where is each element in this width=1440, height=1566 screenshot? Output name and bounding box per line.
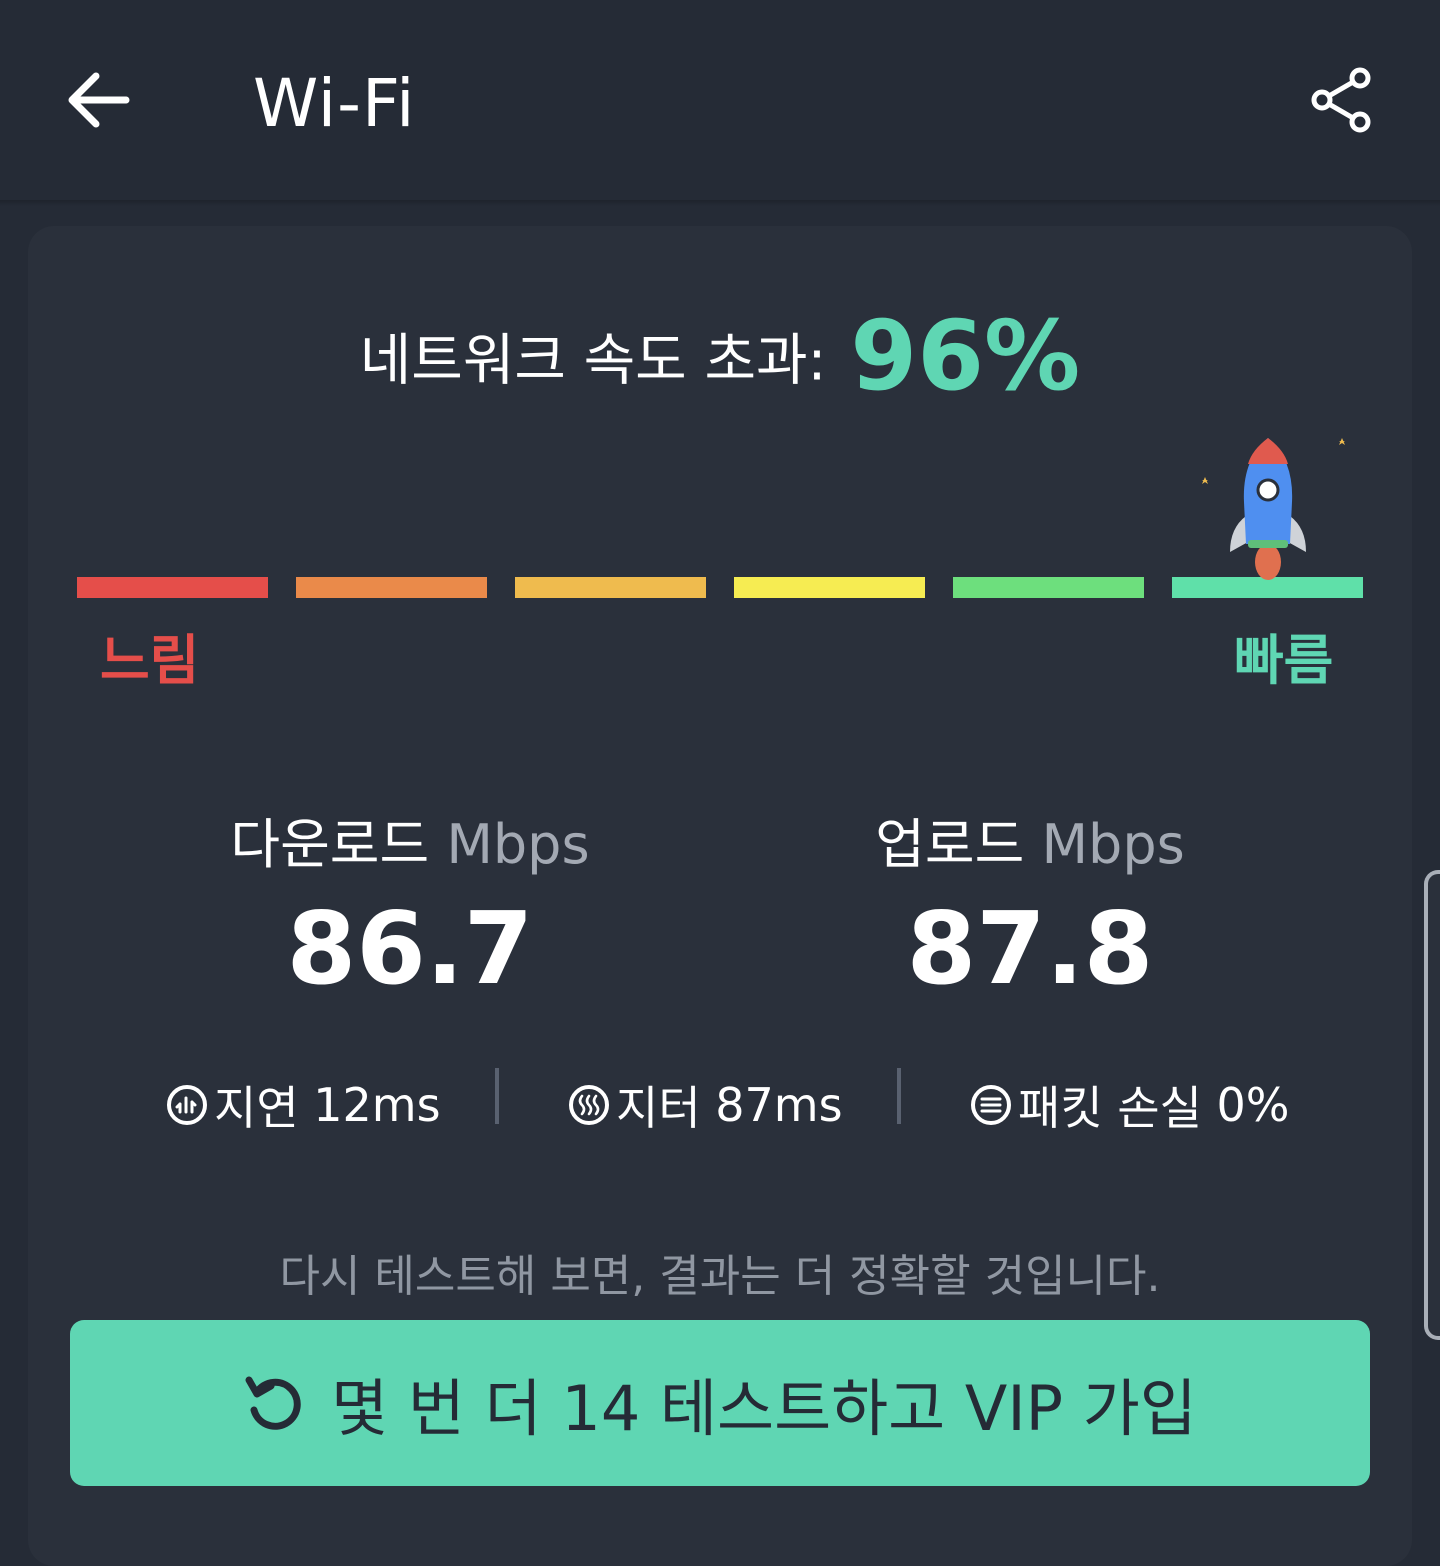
- share-button[interactable]: [1310, 66, 1374, 134]
- packet-loss-icon: [971, 1085, 1011, 1125]
- back-button[interactable]: [62, 68, 132, 132]
- jitter-stat: 지터 87ms: [568, 1072, 843, 1138]
- page-title: Wi-Fi: [253, 65, 416, 142]
- latency-label: 지연: [214, 1081, 299, 1135]
- upload-value: 87.8: [906, 890, 1154, 1007]
- latency-value: 12ms: [313, 1078, 441, 1132]
- arrow-left-icon: [68, 72, 130, 128]
- download-value: 86.7: [286, 890, 534, 1007]
- upload-label-text: 업로드: [875, 813, 1025, 876]
- speed-summary-label: 네트워크 속도 초과:: [359, 328, 827, 394]
- fast-label: 빠름: [1234, 629, 1334, 692]
- slow-label: 느림: [100, 629, 200, 692]
- vip-join-label: 몇 번 더 14 테스트하고 VIP 가입: [331, 1372, 1197, 1445]
- latency-stat: 지연 12ms: [166, 1072, 441, 1138]
- rocket-icon: [1202, 438, 1345, 580]
- jitter-value: 87ms: [715, 1078, 843, 1132]
- speed-scale-segment-1: [77, 577, 268, 598]
- download-label-text: 다운로드: [230, 813, 430, 876]
- speed-summary-percent: 96%: [850, 300, 1081, 412]
- speed-scale-segment-4: [734, 577, 925, 598]
- stat-divider: [897, 1068, 901, 1124]
- download-unit: Mbps: [446, 813, 590, 876]
- vip-join-button[interactable]: 몇 번 더 14 테스트하고 VIP 가입: [70, 1320, 1370, 1486]
- jitter-icon: [569, 1085, 609, 1125]
- app-bar: Wi-Fi: [0, 0, 1440, 206]
- retest-hint: 다시 테스트해 보면, 결과는 더 정확할 것입니다.: [279, 1251, 1161, 1302]
- speed-scale-segment-3: [515, 577, 706, 598]
- refresh-icon: [245, 1376, 301, 1430]
- speed-summary: 네트워크 속도 초과: 96%: [0, 300, 1440, 412]
- upload-unit: Mbps: [1041, 813, 1185, 876]
- share-icon: [1311, 67, 1371, 133]
- packet-loss-stat: 패킷 손실 0%: [970, 1072, 1290, 1138]
- upload-label: 업로드 Mbps: [820, 800, 1240, 879]
- speed-scale-segment-5: [953, 577, 1144, 598]
- jitter-label: 지터: [616, 1081, 701, 1135]
- stat-divider: [495, 1068, 499, 1124]
- packet-loss-label: 패킷 손실: [1018, 1081, 1202, 1135]
- speed-scale-segment-2: [296, 577, 487, 598]
- latency-icon: [167, 1085, 207, 1125]
- download-label: 다운로드 Mbps: [200, 800, 620, 879]
- packet-loss-value: 0%: [1216, 1078, 1290, 1132]
